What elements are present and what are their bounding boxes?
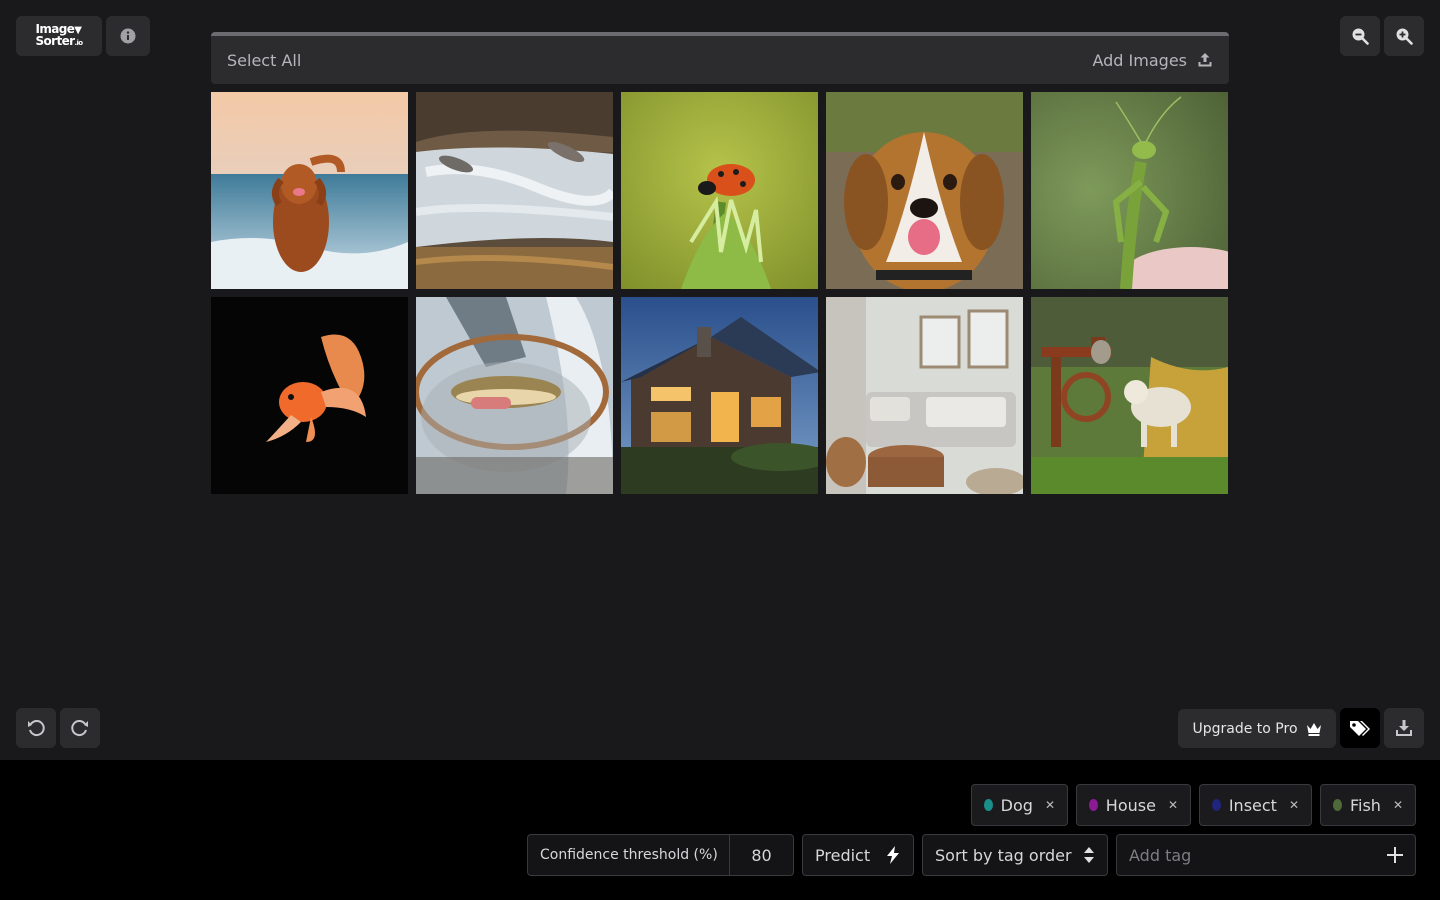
tags-icon xyxy=(1350,721,1370,736)
goldfish-photo xyxy=(211,297,408,494)
tag-chip-insect[interactable]: Insect ✕ xyxy=(1199,784,1312,826)
image-tile-goldfish[interactable] xyxy=(211,297,408,494)
info-icon xyxy=(120,28,136,44)
info-button[interactable] xyxy=(106,16,150,56)
living-room-photo xyxy=(826,297,1023,494)
image-tile-dog-beach[interactable] xyxy=(211,92,408,289)
redo-icon xyxy=(71,720,88,737)
add-images-label: Add Images xyxy=(1092,50,1187,70)
plus-icon[interactable] xyxy=(1387,847,1403,863)
zoom-in-button[interactable] xyxy=(1384,16,1424,56)
tag-color-dot xyxy=(1212,799,1221,811)
dog-cat-farm-photo xyxy=(1031,297,1228,494)
tag-label: Fish xyxy=(1349,795,1381,815)
crown-icon xyxy=(1306,722,1321,736)
download-icon xyxy=(1396,720,1412,736)
mantis-photo xyxy=(1031,92,1228,289)
beagle-photo xyxy=(826,92,1023,289)
image-toolbar: Select All Add Images xyxy=(211,32,1229,84)
remove-tag-icon[interactable]: ✕ xyxy=(1393,798,1403,812)
confidence-input[interactable]: 80 xyxy=(730,846,793,865)
upgrade-to-pro-button[interactable]: Upgrade to Pro xyxy=(1178,709,1336,748)
tag-label: Dog xyxy=(1000,795,1033,815)
tag-label: Insect xyxy=(1228,795,1277,815)
image-tile-dog-cat-farm[interactable] xyxy=(1031,297,1228,494)
image-tile-trout-net[interactable] xyxy=(416,297,613,494)
redo-button[interactable] xyxy=(60,708,100,748)
image-tile-ladybug[interactable] xyxy=(621,92,818,289)
sort-label: Sort by tag order xyxy=(935,845,1072,865)
image-tile-mantis[interactable] xyxy=(1031,92,1228,289)
tag-color-dot xyxy=(984,799,993,811)
remove-tag-icon[interactable]: ✕ xyxy=(1289,798,1299,812)
add-tag-input[interactable] xyxy=(1129,845,1369,865)
sort-dropdown[interactable]: Sort by tag order xyxy=(922,834,1108,876)
upgrade-label: Upgrade to Pro xyxy=(1192,720,1298,737)
trout-net-photo xyxy=(416,297,613,494)
undo-icon xyxy=(28,720,45,737)
salmon-rapids-photo xyxy=(416,92,613,289)
tag-color-dot xyxy=(1089,799,1098,811)
image-tile-beagle[interactable] xyxy=(826,92,1023,289)
download-button[interactable] xyxy=(1384,708,1424,748)
remove-tag-icon[interactable]: ✕ xyxy=(1045,798,1055,812)
tags-button[interactable] xyxy=(1340,708,1380,748)
add-tag-field[interactable] xyxy=(1116,834,1416,876)
image-tile-living-room[interactable] xyxy=(826,297,1023,494)
sort-icon xyxy=(1084,847,1094,863)
logo-text: Image▼ Sorter.io xyxy=(35,21,83,48)
house-night-photo xyxy=(621,297,818,494)
bottom-panel xyxy=(0,760,1440,900)
add-images-button[interactable]: Add Images xyxy=(1092,51,1213,70)
zoom-out-icon xyxy=(1352,28,1369,45)
image-tile-salmon-rapids[interactable] xyxy=(416,92,613,289)
select-all-button[interactable]: Select All xyxy=(227,51,301,70)
tag-chip-dog[interactable]: Dog ✕ xyxy=(971,784,1068,826)
remove-tag-icon[interactable]: ✕ xyxy=(1168,798,1178,812)
ladybug-photo xyxy=(621,92,818,289)
image-tile-house-night[interactable] xyxy=(621,297,818,494)
tag-label: House xyxy=(1105,795,1156,815)
bolt-icon xyxy=(887,846,899,864)
predict-label: Predict xyxy=(815,845,871,865)
dog-beach-photo xyxy=(211,92,408,289)
zoom-out-button[interactable] xyxy=(1340,16,1380,56)
confidence-threshold-control: Confidence threshold (%) 80 xyxy=(527,834,794,876)
confidence-label: Confidence threshold (%) xyxy=(528,835,730,875)
undo-button[interactable] xyxy=(16,708,56,748)
tag-color-dot xyxy=(1333,799,1342,811)
app-logo[interactable]: Image▼ Sorter.io xyxy=(16,16,102,56)
logo-suffix: .io xyxy=(74,38,83,47)
tag-chip-house[interactable]: House ✕ xyxy=(1076,784,1191,826)
zoom-in-icon xyxy=(1396,28,1413,45)
image-grid xyxy=(211,92,1229,494)
upload-icon xyxy=(1198,53,1212,67)
logo-line2: Sorter xyxy=(35,33,75,48)
predict-button[interactable]: Predict xyxy=(802,834,914,876)
tag-chip-fish[interactable]: Fish ✕ xyxy=(1320,784,1416,826)
